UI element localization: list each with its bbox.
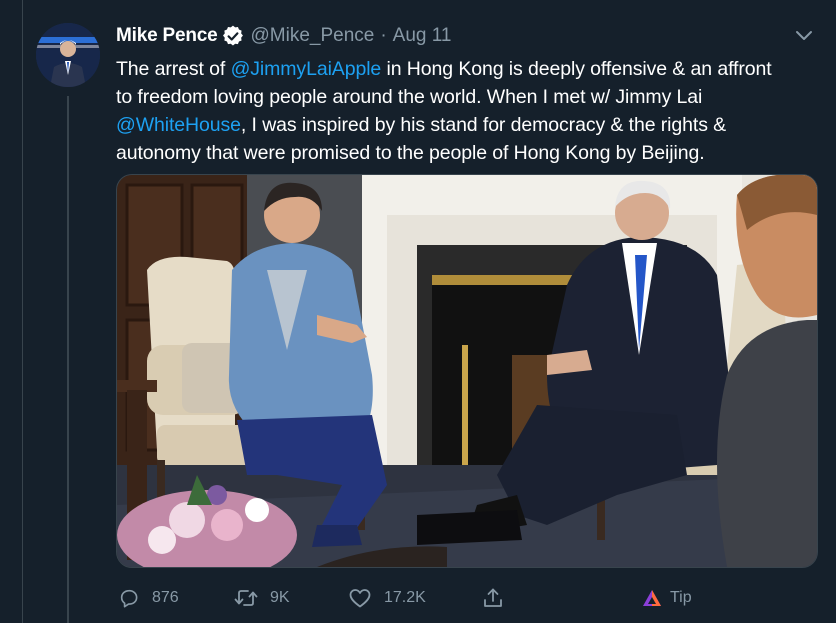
timeline-border — [22, 0, 23, 623]
retweet-button[interactable]: 9K — [234, 585, 290, 611]
tweet-page: Mike Pence @Mike_Pence · Aug 11 The arre… — [0, 0, 836, 623]
tweet-text-line: The arrest of @JimmyLaiApple in Hong Kon… — [116, 55, 826, 83]
mention-whitehouse[interactable]: @WhiteHouse — [116, 114, 241, 136]
tweet-text: The arrest of @JimmyLaiApple in Hong Kon… — [116, 55, 826, 167]
tip-button[interactable]: Tip — [642, 585, 692, 611]
retweet-count: 9K — [270, 589, 290, 606]
tweet-text-line: to freedom loving people around the worl… — [116, 86, 703, 108]
header-separator: · — [380, 25, 387, 46]
tweet-header: Mike Pence @Mike_Pence · Aug 11 — [116, 24, 451, 48]
tweet-actions: 876 9K 17.2K Tip — [116, 585, 816, 611]
tweet-text-segment: , I was inspired by his stand for democr… — [240, 114, 727, 136]
avatar[interactable] — [36, 23, 100, 87]
tweet-text-segment: The arrest of — [116, 58, 231, 80]
like-button[interactable]: 17.2K — [348, 585, 426, 611]
tip-icon — [643, 590, 661, 606]
reply-icon — [120, 589, 138, 608]
avatar-image — [36, 23, 100, 87]
tweet-date[interactable]: Aug 11 — [393, 25, 452, 47]
reply-count: 876 — [152, 589, 179, 606]
chevron-down-icon[interactable] — [793, 27, 815, 45]
mention-jimmylaiapple[interactable]: @JimmyLaiApple — [231, 58, 382, 80]
tweet-text-segment: in Hong Kong is deeply offensive & an af… — [381, 58, 772, 80]
retweet-icon — [234, 590, 258, 606]
thread-line — [67, 96, 69, 623]
display-name[interactable]: Mike Pence — [116, 25, 218, 47]
heart-icon — [349, 589, 371, 608]
share-button[interactable] — [482, 585, 504, 611]
reply-button[interactable]: 876 — [118, 585, 179, 611]
tweet-photo[interactable] — [116, 174, 818, 568]
share-icon — [484, 588, 502, 607]
like-count: 17.2K — [384, 589, 426, 606]
author-handle[interactable]: @Mike_Pence — [251, 25, 375, 47]
tweet-text-line: autonomy that were promised to the peopl… — [116, 142, 705, 164]
tip-label: Tip — [670, 589, 692, 606]
tweet-text-line: @WhiteHouse, I was inspired by his stand… — [116, 111, 826, 139]
verified-badge-icon — [222, 25, 243, 46]
meeting-photo-image — [117, 175, 817, 567]
